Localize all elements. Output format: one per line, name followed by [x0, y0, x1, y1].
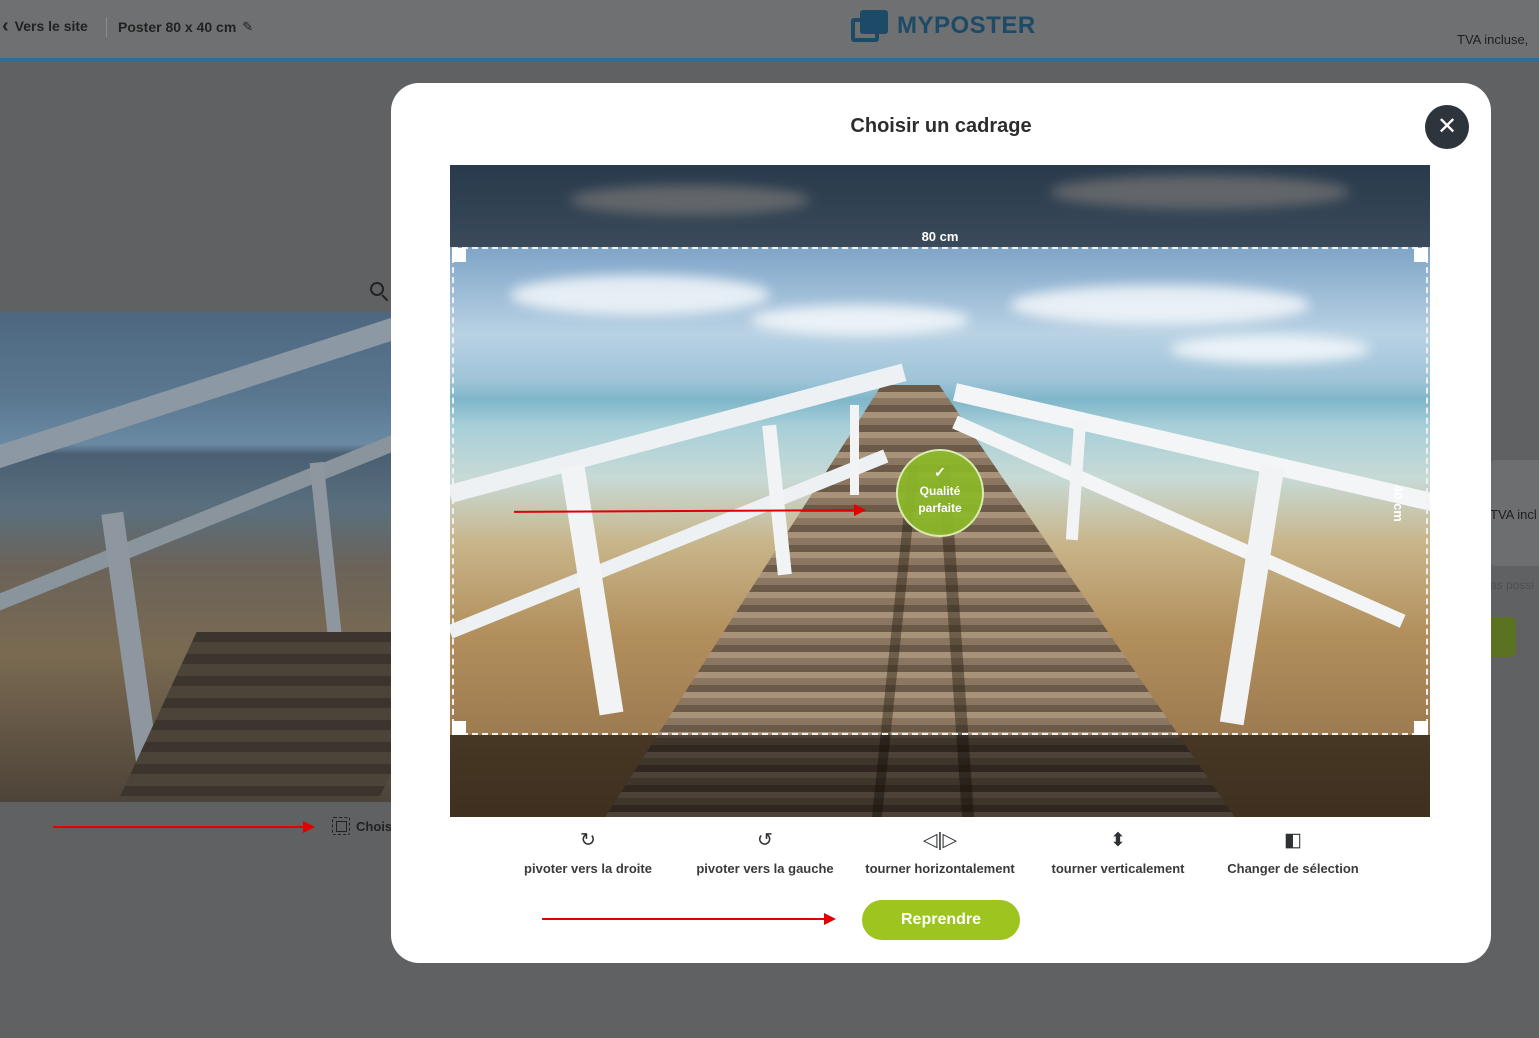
reprendre-button[interactable]: Reprendre	[862, 900, 1020, 940]
crop-height-label: 40 cm	[1391, 485, 1406, 522]
product-name[interactable]: Poster 80 x 40 cm ✎	[118, 19, 253, 35]
crop-icon	[332, 817, 350, 835]
poster-preview-image	[0, 312, 392, 802]
flip-horizontal-label: tourner horizontalement	[865, 861, 1015, 876]
top-bar: ‹ Vers le site Poster 80 x 40 cm ✎ MYPOS…	[0, 0, 1539, 62]
crop-toolbar: ↻ pivoter vers la droite ↺ pivoter vers …	[450, 829, 1430, 879]
choose-crop-link[interactable]: Chois	[332, 817, 392, 835]
flip-horizontal-button[interactable]: ◁|▷ tourner horizontalement	[858, 829, 1022, 876]
quality-label-line1: Qualité	[919, 484, 961, 498]
crop-editor[interactable]: 80 cm 40 cm ✓ Qualité parfaite	[450, 165, 1430, 817]
rotate-left-icon: ↺	[757, 830, 773, 851]
rotate-right-button[interactable]: ↻ pivoter vers la droite	[518, 829, 658, 876]
rotate-right-label: pivoter vers la droite	[524, 861, 652, 876]
zoom-icon[interactable]	[370, 282, 390, 302]
rotate-right-icon: ↻	[580, 830, 596, 851]
annotation-arrow	[542, 913, 836, 925]
quality-badge: ✓ Qualité parfaite	[896, 449, 984, 537]
logo-mark-icon	[851, 10, 889, 42]
crop-mask-bottom	[450, 735, 1430, 817]
side-text-fragment: as possi	[1490, 578, 1535, 592]
modal-title: Choisir un cadrage	[850, 115, 1032, 137]
rotate-left-button[interactable]: ↺ pivoter vers la gauche	[690, 829, 840, 876]
annotation-arrow	[53, 821, 315, 833]
flip-horizontal-icon: ◁|▷	[922, 830, 958, 851]
flip-vertical-icon: ⬍	[1110, 830, 1126, 851]
crop-handle-bottom-left[interactable]	[452, 721, 466, 735]
check-icon: ✓	[934, 464, 946, 480]
flip-vertical-button[interactable]: ⬍ tourner verticalement	[1038, 829, 1198, 876]
quality-label-line2: parfaite	[918, 501, 962, 515]
back-link-label: Vers le site	[14, 18, 88, 34]
crop-width-label: 80 cm	[921, 229, 959, 244]
crop-handle-top-left[interactable]	[452, 248, 466, 262]
logo: MYPOSTER	[851, 10, 1036, 42]
rotate-left-label: pivoter vers la gauche	[696, 861, 834, 876]
crop-modal: Choisir un cadrage ✕ 80 cm 40 cm ✓ Quali…	[391, 83, 1491, 963]
side-tva-label: TVA incl	[1490, 507, 1537, 522]
change-selection-icon: ◧	[1284, 830, 1302, 851]
pencil-icon[interactable]: ✎	[242, 19, 253, 35]
change-selection-button[interactable]: ◧ Changer de sélection	[1220, 829, 1366, 876]
chevron-left-icon: ‹	[2, 15, 9, 37]
tva-label: TVA incluse,	[1457, 32, 1529, 47]
divider	[106, 17, 107, 37]
crop-handle-top-right[interactable]	[1414, 248, 1428, 262]
logo-text: MYPOSTER	[897, 12, 1036, 39]
choose-crop-label: Chois	[356, 818, 393, 834]
change-selection-label: Changer de sélection	[1227, 861, 1359, 876]
flip-vertical-label: tourner verticalement	[1051, 861, 1185, 876]
crop-handle-bottom-right[interactable]	[1414, 721, 1428, 735]
product-name-label: Poster 80 x 40 cm	[118, 19, 237, 35]
close-icon[interactable]: ✕	[1425, 105, 1469, 149]
back-to-site-link[interactable]: ‹ Vers le site	[2, 16, 88, 36]
